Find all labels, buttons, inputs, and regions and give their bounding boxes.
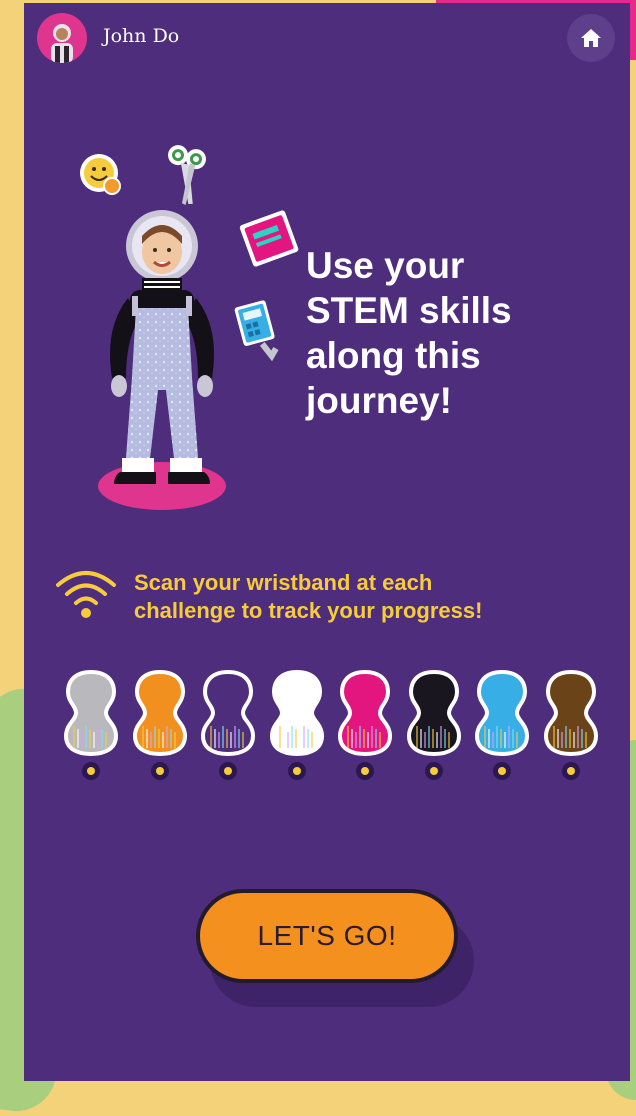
progress-tokens: [62, 668, 602, 788]
calculator-sticker: [234, 300, 279, 362]
username: John Do: [103, 25, 180, 47]
progress-dot-fill: [155, 767, 164, 775]
progress-dot-fill: [87, 767, 95, 775]
token-white: [269, 669, 324, 780]
token-black: [406, 669, 461, 780]
progress-dot-fill: [566, 767, 575, 775]
token-pink: [337, 669, 393, 780]
headline-line: STEM skills: [306, 290, 512, 331]
headline-line: Use your: [306, 245, 465, 286]
headline: Use your STEM skills along this journey!: [306, 243, 586, 423]
progress-dot-fill: [429, 767, 438, 775]
token-outline-purple: [200, 669, 256, 780]
token-gray: [63, 669, 119, 780]
token-brown: [543, 669, 598, 780]
progress-dot-fill: [292, 767, 301, 775]
scan-line: challenge to track your progress!: [134, 598, 483, 623]
wireless-scan-icon: [56, 571, 116, 618]
user-avatar-icon: [51, 24, 73, 63]
app-screen: John Do Use your STEM skills along this …: [24, 3, 630, 1081]
notebook-sticker: [239, 210, 299, 267]
scissors-sticker: [167, 145, 206, 206]
scan-line: Scan your wristband at each: [134, 570, 433, 595]
home-icon: [581, 29, 601, 47]
astronaut-figure: [110, 210, 214, 484]
home-button[interactable]: [567, 14, 615, 62]
headline-line: along this: [306, 335, 481, 376]
progress-dot-fill: [224, 767, 232, 775]
token-blue: [474, 669, 530, 780]
avatar[interactable]: [37, 13, 87, 63]
headline-line: journey!: [306, 380, 452, 421]
floor-shadow: [98, 462, 226, 510]
smiley-face-sticker: [80, 154, 121, 195]
progress-dot-fill: [361, 767, 369, 775]
progress-dot-fill: [498, 767, 506, 775]
token-orange: [132, 669, 187, 780]
astronaut-illustration: [80, 145, 299, 510]
lets-go-button[interactable]: LET'S GO!: [196, 889, 458, 983]
scan-instructions: Scan your wristband at each challenge to…: [134, 569, 574, 625]
